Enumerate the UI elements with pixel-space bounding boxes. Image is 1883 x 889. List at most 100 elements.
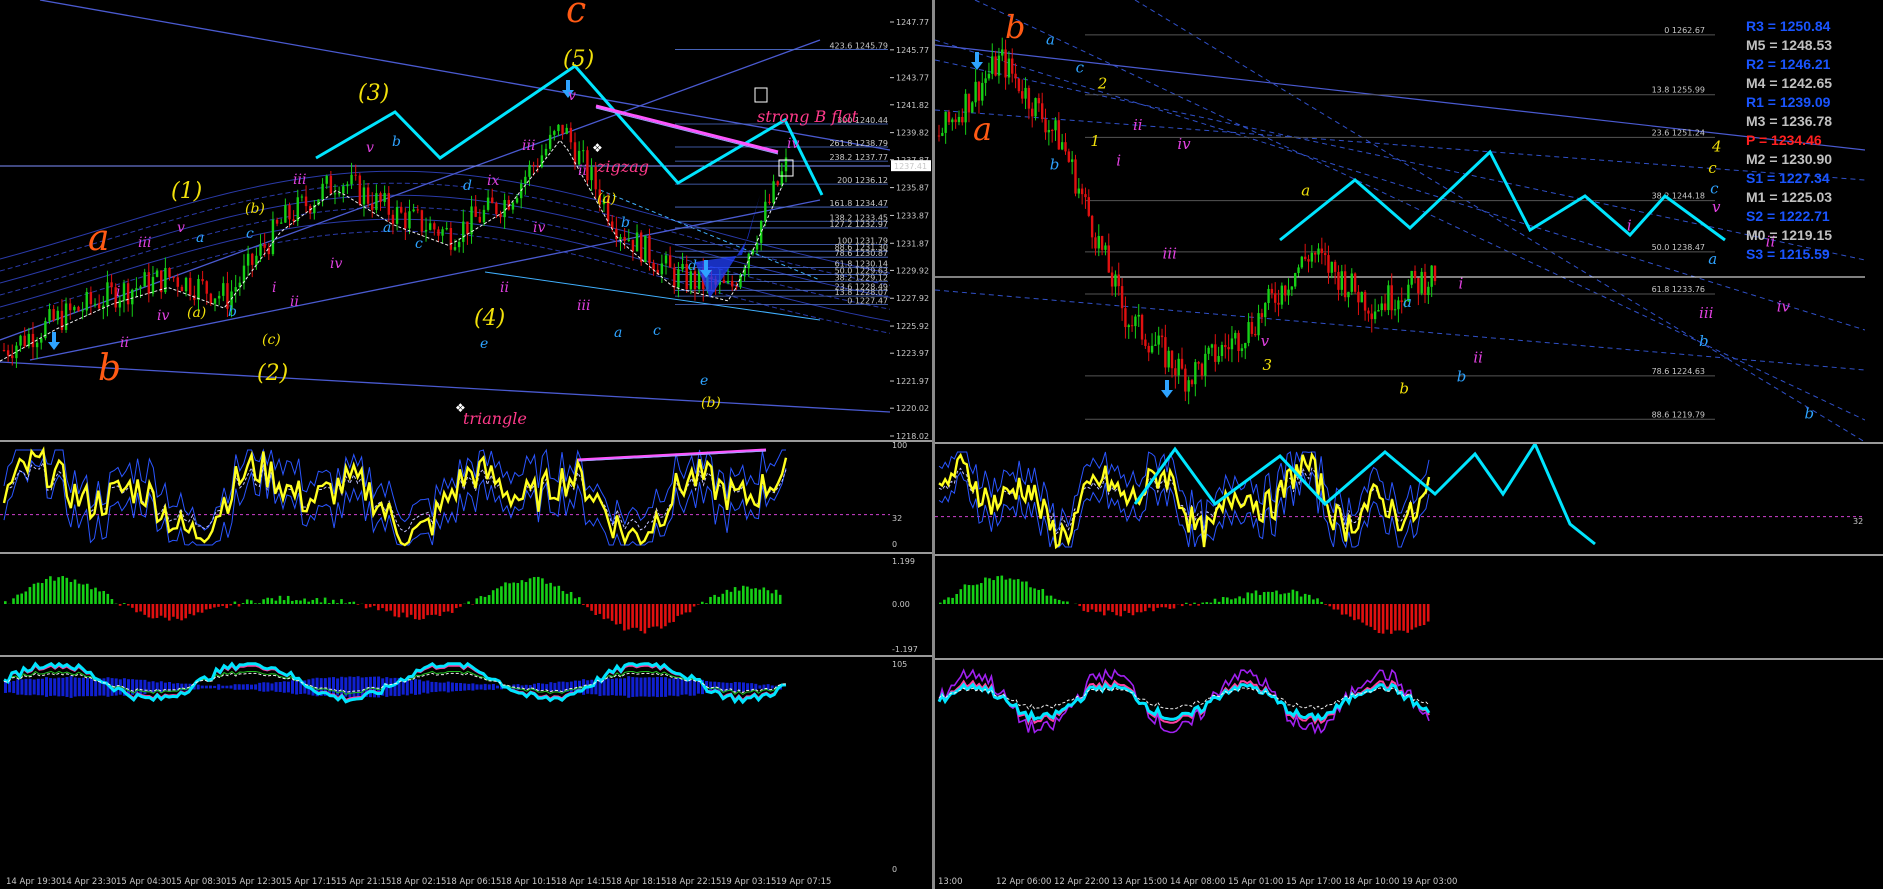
histogram-bar — [319, 602, 323, 604]
candle-body — [1343, 271, 1347, 298]
candle-body — [1014, 73, 1017, 79]
blue-bar — [479, 684, 483, 690]
candle-body — [1257, 313, 1260, 336]
blue-bar — [16, 679, 20, 695]
histogram-bar — [496, 588, 499, 604]
wave-label-pa: (a) — [597, 191, 616, 207]
histogram-bar — [274, 600, 278, 604]
histogram-bar — [631, 604, 634, 628]
left-bottom-indicator[interactable] — [0, 657, 890, 876]
time-axis-label: 19 Apr 03:00 — [1402, 877, 1458, 887]
price-axis-label: 1241.82 — [896, 101, 929, 110]
candle-body — [147, 272, 151, 294]
histogram-bar — [1291, 589, 1295, 604]
blue-bar — [409, 680, 413, 694]
histogram-bar — [1336, 604, 1340, 610]
blue-bar — [213, 685, 217, 689]
fib-label: 78.6 1224.63 — [1652, 367, 1705, 376]
time-axis-label: 12 Apr 06:00 — [996, 877, 1052, 887]
histogram-bar — [479, 596, 483, 604]
candle-body — [420, 210, 424, 232]
time-axis-label: 19 Apr 07:15 — [776, 877, 832, 887]
histogram-bar — [696, 604, 700, 605]
price-axis-label: 1235.87 — [896, 184, 929, 193]
candle-body — [548, 134, 552, 149]
candle-body — [73, 306, 76, 311]
candle-body — [337, 193, 341, 195]
time-axis-label: 15 Apr 12:30 — [226, 877, 282, 887]
wave-label-b: b — [621, 215, 630, 231]
blue-bar — [61, 677, 65, 697]
histogram-bar — [1234, 598, 1237, 604]
price-axis-label: 1247.77 — [896, 18, 929, 27]
fib-label: 13.8 1255.99 — [1652, 86, 1705, 95]
candle-body — [81, 310, 84, 312]
right-bottom-indicator[interactable] — [935, 660, 1865, 876]
candle-body — [1370, 313, 1373, 320]
fib-label: 38.2 1229.12 — [835, 274, 888, 283]
wave-label-e: e — [480, 336, 488, 352]
histogram-bar — [1349, 604, 1352, 617]
candle-body — [321, 183, 324, 200]
candle-body — [383, 193, 386, 202]
candle-body — [205, 281, 208, 294]
histogram-bar — [578, 597, 581, 604]
candle-body — [1150, 345, 1154, 353]
candle-body — [1417, 278, 1420, 294]
blue-bar — [237, 684, 241, 690]
blue-bar — [541, 683, 545, 691]
right-price-chart[interactable]: 0 1262.67 13.8 1255.99 23.6 1251.24 38.2 12… — [935, 0, 1865, 442]
histogram-bar — [176, 604, 179, 619]
left-oscillator-panel[interactable] — [0, 442, 890, 552]
time-axis-label: 18 Apr 10:15 — [501, 877, 557, 887]
blue-bar — [471, 683, 475, 691]
candle-body — [1317, 248, 1320, 255]
candle-body — [126, 283, 130, 305]
time-axis-label: 15 Apr 01:00 — [1228, 877, 1284, 887]
right-bottom-svg — [937, 668, 1431, 735]
histogram-bar — [106, 593, 110, 604]
candle-body — [56, 310, 59, 321]
left-price-chart[interactable]: 423.6 1245.79 300 1240.44 261.8 1238.79 238… — [0, 0, 890, 440]
candle-body — [333, 193, 337, 195]
candle-body — [1097, 236, 1100, 249]
blue-bar — [672, 678, 676, 696]
histogram-bar — [196, 604, 200, 613]
blue-bar — [442, 682, 446, 692]
right-histogram-panel[interactable] — [935, 556, 1865, 658]
candle-body — [428, 223, 432, 230]
candle-body — [1157, 335, 1160, 345]
blue-bar — [233, 684, 237, 690]
candle-body — [263, 244, 266, 248]
blue-bar — [610, 678, 614, 696]
candle-body — [991, 56, 994, 74]
candle-body — [184, 277, 188, 292]
blue-bar — [450, 682, 454, 692]
histogram-bar — [180, 604, 183, 621]
candle-body — [325, 175, 328, 184]
histogram-bar — [110, 599, 114, 604]
time-axis-label: 14 Apr 23:30 — [61, 877, 117, 887]
blue-bar — [135, 679, 139, 695]
histogram-bar — [524, 582, 528, 604]
histogram-bar — [459, 604, 462, 607]
blue-bar — [487, 684, 491, 690]
pivot-level-label: P = 1234.46 — [1746, 132, 1822, 148]
trend-line — [39, 0, 890, 151]
candle-body — [168, 267, 171, 278]
left-histogram-panel[interactable] — [0, 554, 890, 655]
histogram-bar — [278, 595, 282, 604]
right-oscillator-panel[interactable]: 32 — [935, 444, 1865, 554]
blue-bar — [291, 680, 294, 694]
histogram-bar — [1103, 604, 1106, 616]
histogram-bar — [225, 604, 228, 609]
histogram-bar — [1168, 604, 1172, 609]
histogram-bar — [520, 580, 524, 604]
cyan-line — [937, 682, 1431, 723]
histogram-bar — [155, 604, 159, 618]
histogram-bar — [569, 591, 573, 604]
candle-body — [1367, 310, 1370, 314]
wave-label-i: i — [1627, 217, 1632, 235]
histogram-bar — [217, 604, 220, 607]
histogram-bar — [1283, 593, 1286, 604]
